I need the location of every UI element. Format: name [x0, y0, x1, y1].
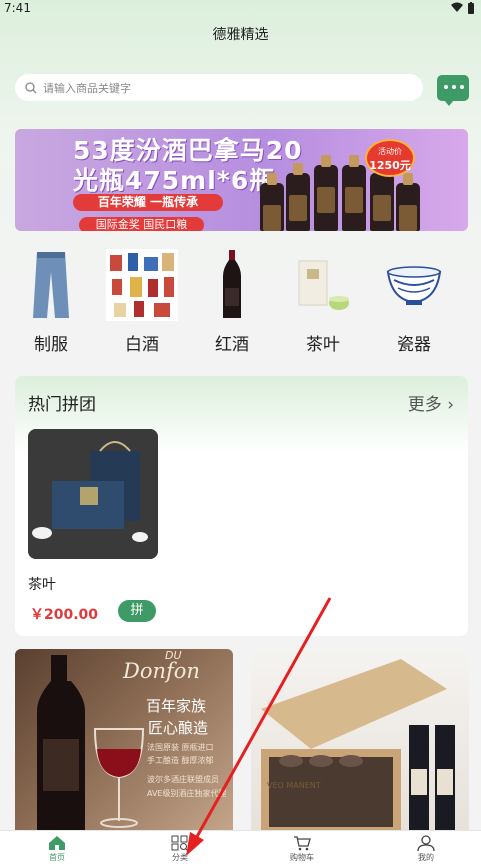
tab-cart[interactable]: 购物车: [272, 835, 332, 863]
category-label: 白酒: [125, 335, 159, 355]
tab-home[interactable]: 首页: [27, 835, 87, 863]
search-icon: [25, 81, 37, 93]
message-button[interactable]: [437, 75, 469, 106]
promo-detail: 法国原装 原瓶进口: [147, 743, 214, 752]
category-baijiu[interactable]: 白酒: [106, 248, 178, 355]
promo-slogan-secondary: 匠心酿造: [148, 719, 209, 737]
tab-label: 分类: [172, 853, 188, 862]
category-uniform[interactable]: 制服: [15, 248, 87, 355]
category-label: 瓷器: [397, 335, 431, 355]
group-buy-button[interactable]: 拼: [118, 600, 156, 622]
status-icons: [451, 2, 475, 14]
category-red-wine[interactable]: 红酒: [196, 248, 268, 355]
category-tea[interactable]: 茶叶: [287, 248, 359, 355]
battery-icon: [468, 2, 474, 14]
banner-tag-secondary: 国际金奖 国民口粮: [79, 217, 204, 231]
wine-promo-card[interactable]: DU Donfon 百年家族 匠心酿造 法国原装 原瓶进口 手工酿造 醇厚浓郁 …: [15, 649, 233, 830]
category-label: 茶叶: [306, 335, 340, 355]
red-wine-icon: [223, 250, 241, 318]
baijiu-icon: [106, 249, 178, 321]
product-price: ￥200.00: [30, 607, 99, 623]
tab-label: 我的: [418, 853, 434, 862]
user-icon: [417, 835, 435, 851]
promo-detail: AVE级别酒庄独家代理: [147, 789, 227, 798]
group-buy-section: 热门拼团 更多 › 茶叶 ￥200.00 拼: [15, 376, 468, 636]
promo-slogan: 百年家族: [146, 697, 207, 715]
jeans-icon: [33, 252, 69, 318]
wine-box-image: [261, 659, 455, 830]
promo-banner[interactable]: 53度汾酒巴拿马20 光瓶475ml*6瓶 百年荣耀 一瓶传承 国际金奖 国民口…: [15, 129, 468, 231]
more-label: 更多: [407, 395, 442, 415]
tab-label: 首页: [49, 853, 65, 862]
porcelain-icon: [386, 266, 442, 305]
tea-gift-box-image: [28, 429, 158, 559]
promo-detail: 波尔多酒庄联盟成员: [147, 775, 219, 784]
category-porcelain[interactable]: 瓷器: [378, 248, 450, 355]
category-row: 制服 白酒 红酒 茶叶 瓷器: [0, 248, 481, 358]
search-placeholder: 请输入商品关键字: [43, 81, 131, 95]
box-brand: VEO MANENT: [267, 781, 321, 790]
promo-detail: 手工酿造 醇厚浓郁: [147, 756, 214, 765]
product-name: 茶叶: [28, 577, 56, 593]
wifi-icon: [451, 2, 463, 12]
grid-search-icon: [171, 835, 189, 851]
tab-label: 购物车: [290, 853, 314, 862]
category-label: 红酒: [215, 335, 249, 355]
more-link[interactable]: 更多 ›: [408, 390, 454, 415]
banner-subheadline: 光瓶475ml*6瓶: [73, 166, 276, 195]
tea-icon: [298, 260, 349, 310]
banner-tag: 百年荣耀 一瓶传承: [73, 194, 223, 211]
page-title: 德雅精选: [212, 27, 269, 43]
wine-gift-box-card[interactable]: VEO MANENT: [251, 649, 469, 830]
section-title: 热门拼团: [28, 395, 96, 415]
tab-profile[interactable]: 我的: [396, 835, 456, 863]
cart-icon: [294, 836, 311, 851]
brand-name: Donfon: [123, 659, 200, 683]
home-icon: [49, 836, 65, 850]
status-time: 7:41: [4, 1, 31, 15]
product-image[interactable]: [28, 429, 158, 559]
tab-category[interactable]: 分类: [150, 835, 210, 863]
chevron-right-icon: ›: [447, 395, 454, 415]
price-badge: 活动价 1250元: [365, 139, 415, 177]
status-bar: 7:41: [0, 0, 481, 18]
chat-bubble-icon: [444, 85, 464, 89]
bottom-tab-bar: 首页 分类 购物车 我的: [0, 830, 481, 868]
search-input[interactable]: 请输入商品关键字: [15, 74, 423, 101]
category-label: 制服: [34, 335, 68, 355]
